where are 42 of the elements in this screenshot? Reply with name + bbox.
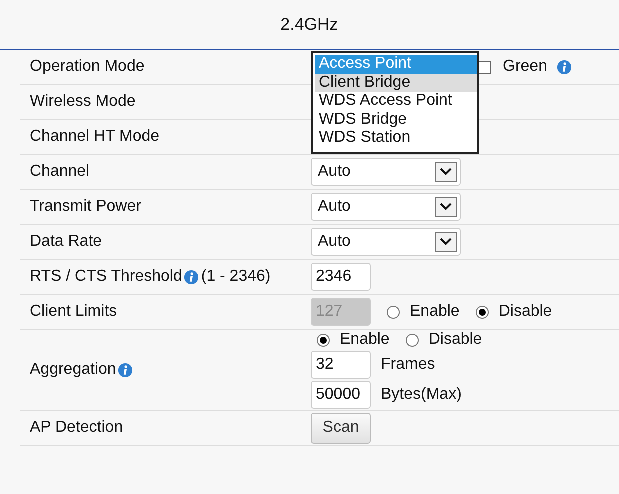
caret-icon[interactable] [435, 232, 457, 252]
band-title: 2.4GHz [280, 14, 338, 34]
caret-icon[interactable] [435, 197, 457, 217]
field-label: Aggregation [30, 361, 116, 379]
checkbox-label: Green [503, 58, 548, 76]
dropdown[interactable]: Auto [311, 158, 461, 186]
scan-button[interactable]: Scan [311, 412, 371, 444]
input-field[interactable]: 50000 [311, 381, 371, 409]
dropdown[interactable]: Auto [311, 228, 461, 256]
field-label: Operation Mode [30, 58, 145, 76]
dropdown-option[interactable]: WDS Station [315, 129, 477, 148]
range-hint: (1 - 2346) [201, 268, 271, 286]
unit-label: Frames [381, 356, 436, 374]
field-label: Client Limits [30, 303, 118, 321]
field-label: Data Rate [30, 233, 102, 251]
radio-button[interactable] [317, 334, 330, 346]
field-label: AP Detection [30, 419, 124, 437]
checkbox[interactable] [478, 60, 491, 74]
dropdown-list[interactable]: Access Point Client Bridge WDS Access Point WDS Bridge WDS Station [311, 51, 479, 154]
field-label: Transmit Power [30, 198, 142, 216]
dropdown-option[interactable]: WDS Bridge [315, 110, 477, 129]
field-label: Channel [30, 163, 90, 181]
dropdown-option[interactable]: Client Bridge [315, 74, 477, 92]
radio-label: Disable [498, 303, 552, 321]
dropdown-option[interactable]: WDS Access Point [315, 92, 477, 110]
info-icon[interactable] [557, 60, 572, 74]
info-icon[interactable] [118, 362, 134, 378]
field-label: RTS / CTS Threshold [30, 268, 182, 286]
field-label: Channel HT Mode [30, 128, 160, 146]
dropdown[interactable]: Auto [311, 193, 461, 221]
caret-icon[interactable] [435, 162, 457, 182]
input-field[interactable]: 2346 [311, 263, 371, 291]
radio-button[interactable] [387, 306, 400, 318]
input-field[interactable]: 32 [311, 351, 371, 379]
radio-button[interactable] [476, 306, 489, 318]
radio-label: Enable [410, 303, 460, 321]
unit-label: Bytes(Max) [381, 386, 462, 404]
radio-label: Enable [340, 331, 390, 349]
radio-label: Disable [428, 331, 482, 349]
radio-button[interactable] [406, 334, 419, 346]
field-label: Wireless Mode [30, 93, 136, 111]
info-icon[interactable] [184, 270, 200, 284]
